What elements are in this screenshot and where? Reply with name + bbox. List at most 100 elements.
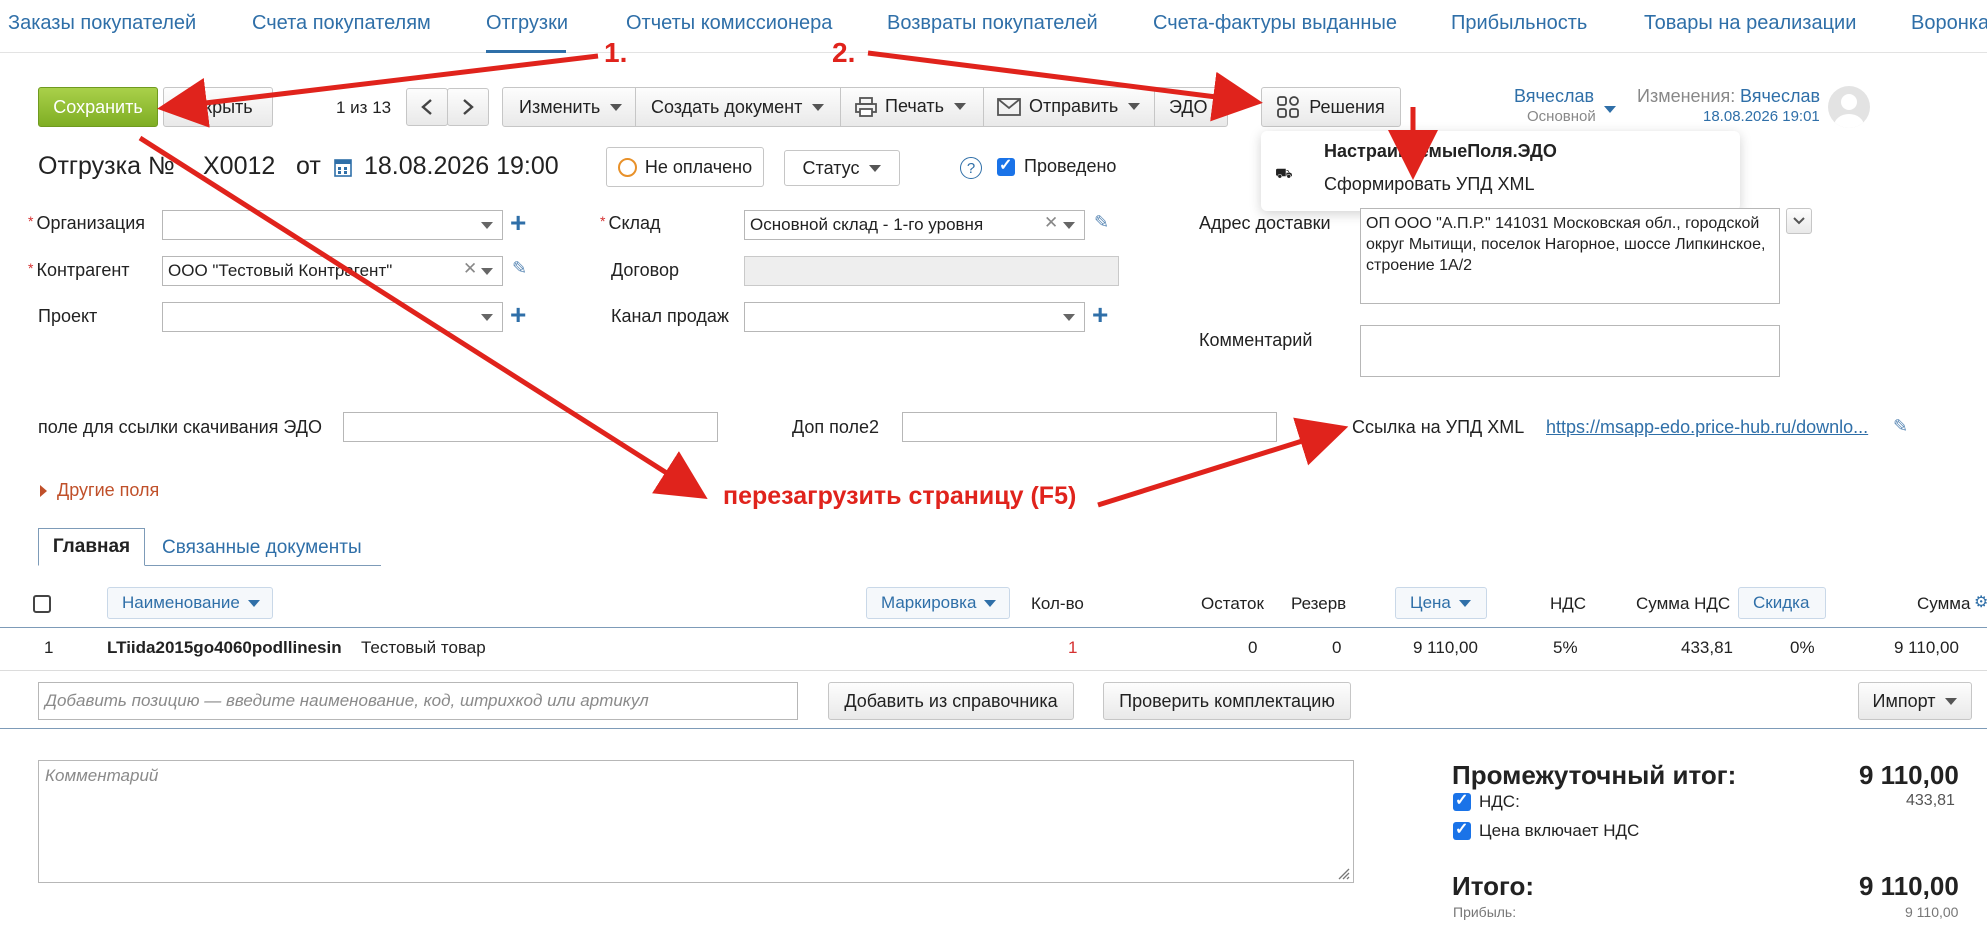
nav-consignment-goods[interactable]: Товары на реализации [1644, 12, 1856, 35]
extra-field2[interactable] [902, 412, 1277, 442]
table-row[interactable]: 1 LTiida2015go4060podllinesin Тестовый т… [0, 628, 1987, 671]
add-position-input[interactable]: Добавить позицию — введите наименование,… [38, 682, 798, 720]
contract-label: Договор [611, 260, 679, 280]
delivery-address-label: Адрес доставки [1199, 213, 1331, 233]
avatar[interactable] [1828, 86, 1870, 128]
row-discount[interactable]: 0% [1790, 638, 1815, 658]
discount-column-header[interactable]: Скидка [1738, 587, 1826, 619]
prev-button[interactable] [406, 88, 448, 126]
organization-select[interactable] [162, 210, 503, 240]
payment-status-label: Не оплачено [644, 156, 753, 177]
tab-related-documents[interactable]: Связанные документы [162, 537, 362, 559]
row-vat[interactable]: 5% [1553, 638, 1578, 658]
marking-column-header[interactable]: Маркировка [866, 587, 1010, 619]
caret-down-icon [1063, 314, 1075, 321]
tab-main[interactable]: Главная [38, 528, 145, 566]
edit-pencil-icon[interactable]: ✎ [512, 258, 527, 279]
solutions-label: Решения [1309, 96, 1385, 117]
user-name[interactable]: Вячеслав [1514, 86, 1594, 107]
clear-icon[interactable]: ✕ [463, 259, 477, 279]
print-menu[interactable]: Печать [855, 96, 966, 117]
price-includes-vat-checkbox[interactable] [1453, 819, 1471, 840]
help-icon[interactable]: ? [960, 157, 982, 179]
row-sum: 9 110,00 [1894, 638, 1959, 657]
address-dropdown-button[interactable] [1786, 208, 1812, 234]
bottom-comment-field[interactable]: Комментарий [38, 760, 1354, 883]
edo-link-field[interactable] [343, 412, 718, 442]
sum-column-header: Сумма [1917, 594, 1971, 613]
doc-date[interactable]: 18.08.2026 19:00 [364, 152, 559, 181]
calendar-icon[interactable] [334, 157, 352, 177]
upd-link[interactable]: https://msapp-edo.price-hub.ru/downlo... [1546, 417, 1868, 438]
arrow-to-upd-link [1097, 417, 1349, 508]
warehouse-select[interactable]: Основной склад - 1-го уровня [744, 210, 1085, 240]
row-qty[interactable]: 1 [1068, 638, 1077, 658]
send-label: Отправить [1029, 96, 1119, 116]
name-column-header[interactable]: Наименование [107, 587, 273, 619]
edit-menu[interactable]: Изменить [519, 97, 623, 118]
caret-down-icon [1063, 222, 1075, 229]
row-product-name[interactable]: Тестовый товар [361, 638, 486, 658]
solutions-dropdown: ⛟ НастраиваемыеПоля.ЭДО Сформировать УПД… [1261, 131, 1740, 211]
add-project-icon[interactable]: + [510, 301, 526, 329]
top-nav: Заказы покупателей Счета покупателям Отг… [0, 0, 1987, 53]
row-product-code[interactable]: LTiida2015go4060podllinesin [107, 638, 342, 658]
project-select[interactable] [162, 302, 503, 332]
doc-number[interactable]: X0012 [203, 152, 275, 181]
next-button[interactable] [447, 88, 489, 126]
chevron-down-icon[interactable] [1604, 106, 1616, 113]
marking-header-label: Маркировка [881, 593, 977, 612]
clear-icon[interactable]: ✕ [1044, 213, 1058, 233]
generate-upd-xml-item[interactable]: Сформировать УПД XML [1324, 174, 1534, 195]
edo-link-field-label: поле для ссылки скачивания ЭДО [38, 417, 322, 437]
gear-icon[interactable]: ⚙ [1974, 592, 1987, 612]
resize-handle-icon[interactable] [1338, 868, 1350, 880]
edit-pencil-icon[interactable]: ✎ [1094, 212, 1109, 233]
other-fields-toggle[interactable]: Другие поля [40, 480, 159, 501]
row-price[interactable]: 9 110,00 [1413, 638, 1478, 658]
send-menu[interactable]: Отправить [997, 96, 1141, 117]
delivery-address-field[interactable]: ОП ООО "А.П.Р." 141031 Московская обл., … [1360, 208, 1780, 304]
section-divider [0, 728, 1987, 729]
add-from-catalog-button[interactable]: Добавить из справочника [828, 682, 1074, 720]
nav-funnel[interactable]: Воронка [1911, 12, 1987, 35]
separator [983, 88, 984, 126]
edit-pencil-icon[interactable]: ✎ [1893, 416, 1908, 437]
comment-field[interactable] [1360, 325, 1780, 377]
nav-commission-reports[interactable]: Отчеты комиссионера [626, 12, 832, 35]
nav-customer-orders[interactable]: Заказы покупателей [8, 12, 196, 35]
caret-right-icon [40, 484, 47, 497]
edo-menu[interactable]: ЭДО [1169, 97, 1230, 118]
nav-profitability[interactable]: Прибыльность [1451, 12, 1587, 35]
counterparty-select[interactable]: ООО "Тестовый Контрагент" [162, 256, 503, 286]
price-column-header[interactable]: Цена [1395, 587, 1487, 619]
solutions-button[interactable]: Решения [1261, 87, 1401, 127]
save-button[interactable]: Сохранить [38, 87, 158, 127]
changes-user[interactable]: Вячеслав [1740, 86, 1820, 107]
printer-icon [855, 96, 877, 117]
nav-shipments[interactable]: Отгрузки [486, 12, 568, 35]
action-button-group: Изменить Создать документ Печать Отправи… [502, 87, 1230, 127]
subtotal-label: Промежуточный итог: [1452, 760, 1737, 790]
status-dropdown[interactable]: Статус [784, 150, 900, 186]
create-document-menu[interactable]: Создать документ [651, 97, 825, 118]
close-button[interactable]: Закрыть [163, 87, 273, 127]
payment-status-badge[interactable]: Не оплачено [606, 147, 764, 187]
vat-checkbox[interactable] [1453, 790, 1471, 811]
chevron-down-icon [1793, 217, 1805, 225]
chevron-right-icon [463, 99, 474, 115]
nav-invoices-issued[interactable]: Счета-фактуры выданные [1153, 12, 1397, 35]
add-organization-icon[interactable]: + [510, 209, 526, 237]
nav-customer-returns[interactable]: Возвраты покупателей [887, 12, 1098, 35]
add-sales-channel-icon[interactable]: + [1092, 301, 1108, 329]
nav-customer-invoices[interactable]: Счета покупателям [252, 12, 431, 35]
caret-down-icon [481, 314, 493, 321]
import-button[interactable]: Импорт [1858, 682, 1972, 720]
comment-label: Комментарий [1199, 330, 1313, 350]
sales-channel-select[interactable] [744, 302, 1085, 332]
chevron-left-icon [421, 99, 432, 115]
posted-checkbox[interactable] [997, 155, 1015, 176]
posted-label: Проведено [1024, 156, 1117, 176]
check-kit-button[interactable]: Проверить комплектацию [1103, 682, 1351, 720]
select-all-checkbox[interactable] [33, 595, 51, 613]
